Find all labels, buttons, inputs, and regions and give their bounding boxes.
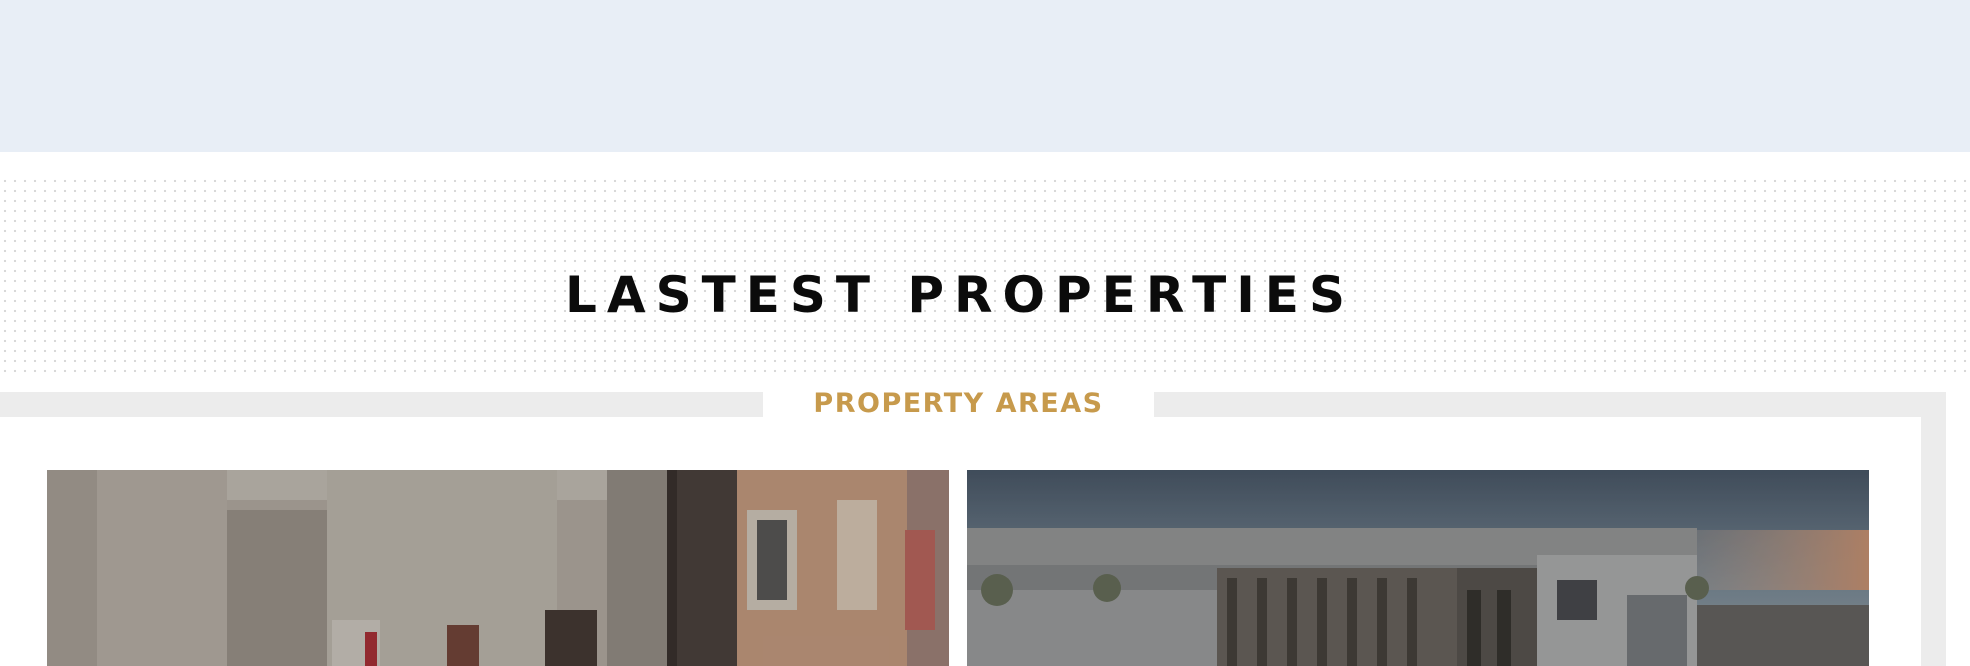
property-card-interior[interactable]: [47, 470, 949, 666]
image-overlay: [47, 470, 949, 666]
section-title: LASTEST PROPERTIES: [565, 266, 1355, 324]
top-banner-band: [0, 0, 1970, 152]
section-subtitle: PROPERTY AREAS: [813, 388, 1104, 419]
property-card-exterior[interactable]: [967, 470, 1869, 666]
frame-border-top-right: [1154, 392, 1946, 417]
frame-border-right: [1921, 392, 1946, 666]
image-overlay: [967, 470, 1869, 666]
frame-border-top-left: [0, 392, 763, 417]
